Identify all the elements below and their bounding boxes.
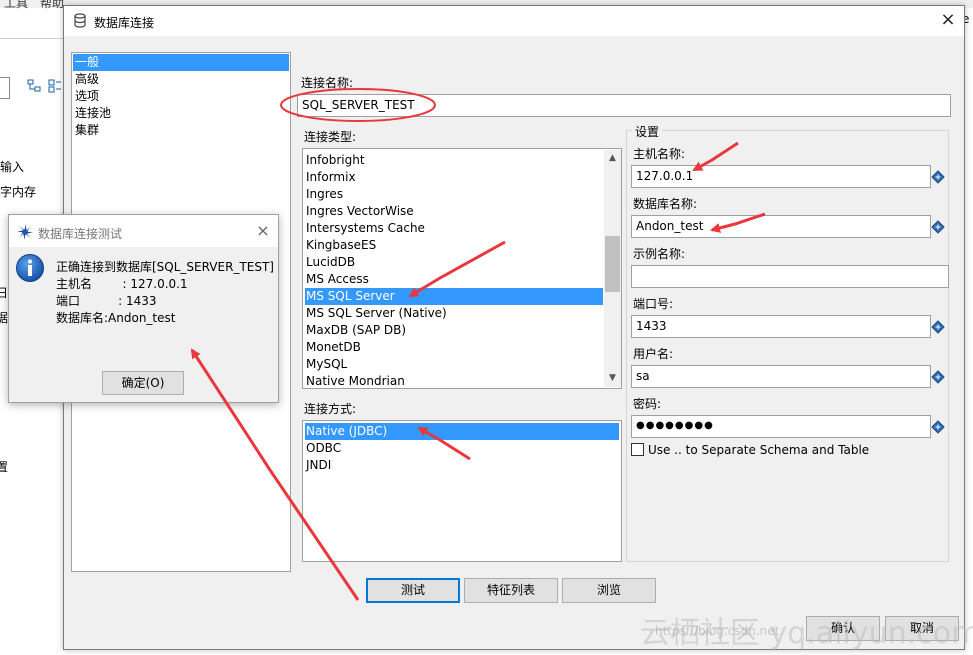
nav-item-general[interactable]: 一般 [73, 54, 289, 71]
host-label: 主机名称: [633, 147, 686, 161]
host-input[interactable]: 127.0.0.1 [631, 165, 931, 188]
background-toolbar [0, 38, 64, 99]
dialog-title: 数据库连接 [94, 16, 155, 30]
variable-diamond-icon[interactable] [931, 220, 945, 234]
feature-list-button[interactable]: 特征列表 [464, 578, 558, 603]
nav-item-advanced[interactable]: 高级 [73, 71, 289, 88]
test-dialog-ok-button[interactable]: 确定(O) [102, 371, 184, 395]
list-item-intersystems-cache[interactable]: Intersystems Cache [305, 220, 603, 237]
password-input[interactable]: ●●●●●●●● [631, 415, 931, 438]
bg-side-text-4: 据 [0, 311, 9, 325]
list-item-native-mondrian[interactable]: Native Mondrian [305, 373, 603, 390]
nav-item-clustering[interactable]: 集群 [73, 122, 289, 139]
list-item-maxdb[interactable]: MaxDB (SAP DB) [305, 322, 603, 339]
connection-type-list: Infobright Informix Ingres Ingres Vector… [302, 148, 622, 389]
browse-button[interactable]: 浏览 [562, 578, 656, 603]
bg-side-text-1: 输入 [0, 160, 25, 174]
hierarchy-icon[interactable] [27, 79, 41, 93]
connection-type-scrollbar[interactable]: ▲ ▼ [604, 150, 621, 387]
connection-test-dialog: 数据库连接测试 × 正确连接到数据库[SQL_SERVER_TEST] 主机名 … [8, 214, 279, 403]
list-item-informix[interactable]: Informix [305, 169, 603, 186]
variable-diamond-icon[interactable] [931, 320, 945, 334]
scroll-thumb[interactable] [605, 236, 620, 292]
port-input[interactable]: 1433 [631, 315, 931, 338]
database-name-label: 数据库名称: [633, 197, 698, 211]
variable-diamond-icon[interactable] [931, 420, 945, 434]
bg-side-text-3: 日 [0, 286, 9, 300]
list-item-ms-sql-server-native[interactable]: MS SQL Server (Native) [305, 305, 603, 322]
database-icon [74, 13, 86, 28]
test-message-line-3: 端口 : 1433 [56, 294, 157, 308]
list-item-monetdb[interactable]: MonetDB [305, 339, 603, 356]
scroll-down-icon[interactable]: ▼ [604, 370, 621, 387]
list-item-jndi[interactable]: JNDI [305, 457, 619, 474]
test-message-line-4: 数据库名:Andon_test [56, 311, 176, 325]
list-item-luciddb[interactable]: LucidDB [305, 254, 603, 271]
test-message-line-1: 正确连接到数据库[SQL_SERVER_TEST] [56, 260, 274, 274]
watermark-url: https://blog.csdn.net [655, 624, 780, 638]
list-item-ingres[interactable]: Ingres [305, 186, 603, 203]
access-method-list: Native (JDBC) ODBC JNDI [302, 420, 622, 562]
list-item-ms-sql-server[interactable]: MS SQL Server [305, 288, 603, 305]
bg-side-text-5: 置 [0, 460, 9, 474]
access-method-label: 连接方式: [304, 402, 357, 416]
list-item-ms-access[interactable]: MS Access [305, 271, 603, 288]
variable-diamond-icon[interactable] [931, 370, 945, 384]
list-item-native-jdbc[interactable]: Native (JDBC) [305, 423, 619, 440]
instance-name-input[interactable] [631, 265, 949, 288]
username-input[interactable]: sa [631, 365, 931, 388]
bg-menu-tools[interactable]: 工具 [4, 0, 28, 11]
list-item-ingres-vectorwise[interactable]: Ingres VectorWise [305, 203, 603, 220]
password-label: 密码: [633, 397, 662, 411]
list-item-kingbasees[interactable]: KingbaseES [305, 237, 603, 254]
dialog-close-button[interactable]: × [936, 9, 960, 33]
close-icon: × [256, 221, 270, 240]
bg-search-box[interactable] [0, 77, 10, 99]
nav-item-pooling[interactable]: 连接池 [73, 105, 289, 122]
test-dialog-titlebar[interactable]: 数据库连接测试 × [9, 215, 278, 247]
bg-side-text-2: 字内存 [0, 185, 37, 199]
schema-separator-checkbox[interactable] [631, 443, 644, 456]
nav-item-options[interactable]: 选项 [73, 88, 289, 105]
instance-name-label: 示例名称: [633, 247, 686, 261]
close-icon: × [940, 9, 956, 30]
list-item-infobright[interactable]: Infobright [305, 152, 603, 169]
connection-name-label: 连接名称: [301, 76, 354, 90]
settings-group-title: 设置 [632, 123, 663, 140]
test-dialog-close-button[interactable]: × [253, 221, 273, 241]
username-label: 用户名: [633, 347, 674, 361]
dialog-titlebar[interactable]: 数据库连接 × [64, 6, 964, 36]
schema-separator-label: Use .. to Separate Schema and Table [648, 443, 870, 457]
test-message-line-2: 主机名 : 127.0.0.1 [56, 277, 188, 291]
database-name-input[interactable]: Andon_test [631, 215, 931, 238]
test-button[interactable]: 测试 [366, 578, 460, 603]
info-icon [16, 254, 44, 282]
test-dialog-title: 数据库连接测试 [38, 227, 123, 241]
variable-diamond-icon[interactable] [931, 170, 945, 184]
bg-menu-help[interactable]: 帮助 [40, 0, 64, 11]
list-item-odbc[interactable]: ODBC [305, 440, 619, 457]
connection-name-input[interactable]: SQL_SERVER_TEST [297, 94, 951, 117]
connection-type-label: 连接类型: [304, 130, 357, 144]
list-item-mysql[interactable]: MySQL [305, 356, 603, 373]
kettle-logo-icon [17, 224, 33, 240]
grid-icon[interactable] [48, 79, 62, 93]
scroll-up-icon[interactable]: ▲ [604, 150, 621, 167]
port-label: 端口号: [633, 297, 674, 311]
